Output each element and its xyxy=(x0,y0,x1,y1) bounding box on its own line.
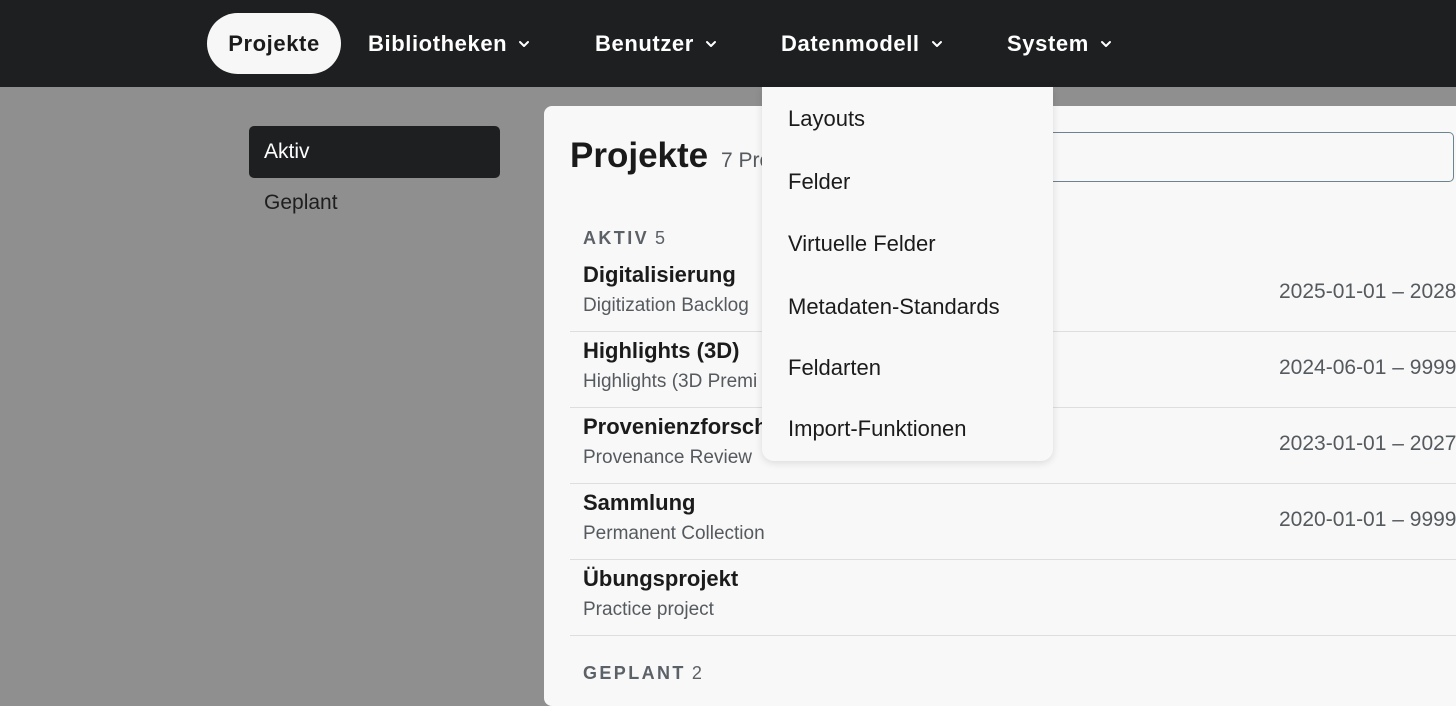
menu-item-import-funktionen[interactable]: Import-Funktionen xyxy=(788,416,967,442)
sidebar-item-aktiv[interactable]: Aktiv xyxy=(249,126,500,178)
menu-item-felder[interactable]: Felder xyxy=(788,169,850,195)
datenmodell-dropdown-menu: Layouts Felder Virtuelle Felder Metadate… xyxy=(762,87,1053,461)
chevron-down-icon xyxy=(930,37,944,51)
nav-bibliotheken[interactable]: Bibliotheken xyxy=(368,13,531,74)
project-subtitle: Highlights (3D Premi xyxy=(583,371,758,392)
project-name: Digitalisierung xyxy=(583,262,736,287)
project-dates: 2020-01-01 – 9999 xyxy=(1279,508,1456,531)
project-dates: 2025-01-01 – 2028 xyxy=(1279,280,1456,303)
menu-item-virtuelle-felder[interactable]: Virtuelle Felder xyxy=(788,231,936,257)
nav-datenmodell[interactable]: Datenmodell xyxy=(781,13,944,74)
top-navigation: Projekte Bibliotheken Benutzer Datenmode… xyxy=(0,0,1456,87)
nav-datenmodell-label: Datenmodell xyxy=(781,30,920,56)
project-subtitle: Digitization Backlog xyxy=(583,295,749,316)
chevron-down-icon xyxy=(517,37,531,51)
sidebar-item-geplant[interactable]: Geplant xyxy=(249,177,500,229)
menu-item-layouts[interactable]: Layouts xyxy=(788,106,865,132)
nav-projekte-label: Projekte xyxy=(228,30,320,56)
menu-item-metadaten-standards[interactable]: Metadaten-Standards xyxy=(788,294,1000,320)
nav-benutzer-label: Benutzer xyxy=(595,30,694,56)
search-input[interactable] xyxy=(1014,132,1454,182)
project-name: Provenienzforsch xyxy=(583,414,768,439)
sidebar-item-label: Geplant xyxy=(264,191,338,214)
project-subtitle: Permanent Collection xyxy=(583,523,765,544)
chevron-down-icon xyxy=(704,37,718,51)
menu-item-feldarten[interactable]: Feldarten xyxy=(788,355,881,381)
nav-benutzer[interactable]: Benutzer xyxy=(595,13,718,74)
nav-bibliotheken-label: Bibliotheken xyxy=(368,30,508,56)
chevron-down-icon xyxy=(1099,37,1113,51)
group-label-text: AKTIV xyxy=(583,228,649,248)
nav-projekte[interactable]: Projekte xyxy=(207,13,341,74)
page-title: Projekte xyxy=(570,136,709,175)
sidebar-item-label: Aktiv xyxy=(264,140,310,163)
project-dates: 2024-06-01 – 9999 xyxy=(1279,356,1456,379)
project-name: Highlights (3D) xyxy=(583,338,740,363)
group-label-geplant: GEPLANT 2 xyxy=(583,663,702,684)
project-subtitle: Practice project xyxy=(583,599,714,620)
group-count: 2 xyxy=(691,663,702,683)
table-row[interactable]: Übungsprojekt Practice project xyxy=(570,560,1456,636)
project-name: Sammlung xyxy=(583,490,696,515)
nav-system-label: System xyxy=(1007,30,1089,56)
nav-system[interactable]: System xyxy=(1007,13,1113,74)
project-subtitle: Provenance Review xyxy=(583,447,752,468)
project-name: Übungsprojekt xyxy=(583,566,739,591)
table-row[interactable]: Sammlung Permanent Collection 2020-01-01… xyxy=(570,484,1456,560)
group-count: 5 xyxy=(655,228,666,248)
group-label-text: GEPLANT xyxy=(583,663,686,683)
project-dates: 2023-01-01 – 2027 xyxy=(1279,432,1456,455)
group-label-aktiv: AKTIV 5 xyxy=(583,228,665,249)
